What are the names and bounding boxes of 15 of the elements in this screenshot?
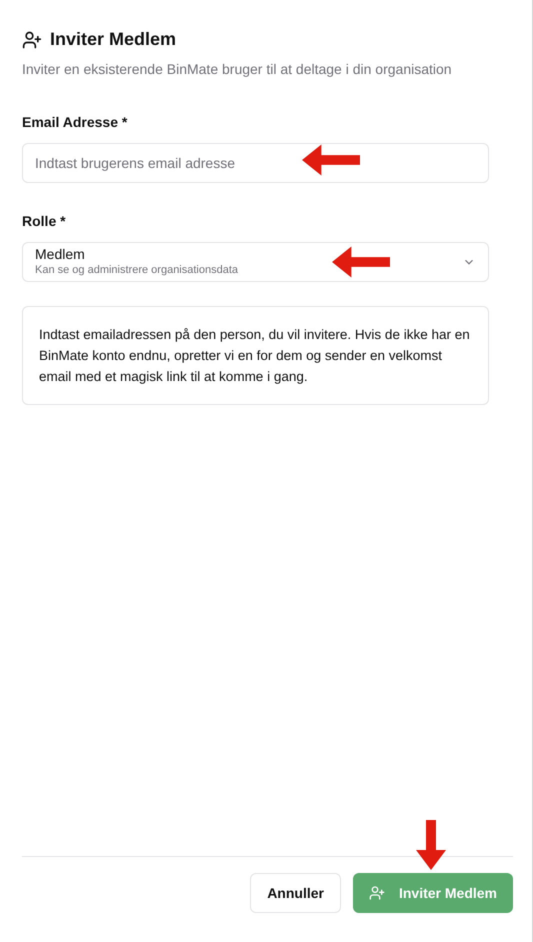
- info-text: Indtast emailadressen på den person, du vil invitere. Hvis de ikke har en BinMate konto endnu, opretter vi en for dem og sender en velkomst email med et magisk link til at komme i gang.: [39, 326, 471, 386]
- pointer-arrow: [416, 820, 446, 870]
- role-hint: Kan se og administrere organisationsdata: [35, 264, 238, 278]
- dialog-title: Inviter Medlem: [50, 28, 176, 51]
- dialog-description: Inviter en eksisterende BinMate bruger til at deltage i din organisation: [22, 60, 453, 79]
- email-label: Email Adresse *: [22, 113, 128, 132]
- user-plus-icon: [22, 30, 42, 50]
- role-label: Rolle *: [22, 212, 67, 231]
- pointer-arrow: [302, 144, 360, 176]
- user-plus-icon: [368, 885, 385, 901]
- email-field[interactable]: Indtast brugerens email adresse: [22, 143, 489, 183]
- cancel-button[interactable]: Annuller: [250, 873, 341, 913]
- role-value: Medlem: [35, 246, 86, 264]
- role-select[interactable]: Medlem Kan se og administrere organisationsdata: [22, 242, 489, 282]
- pointer-arrow: [332, 246, 390, 278]
